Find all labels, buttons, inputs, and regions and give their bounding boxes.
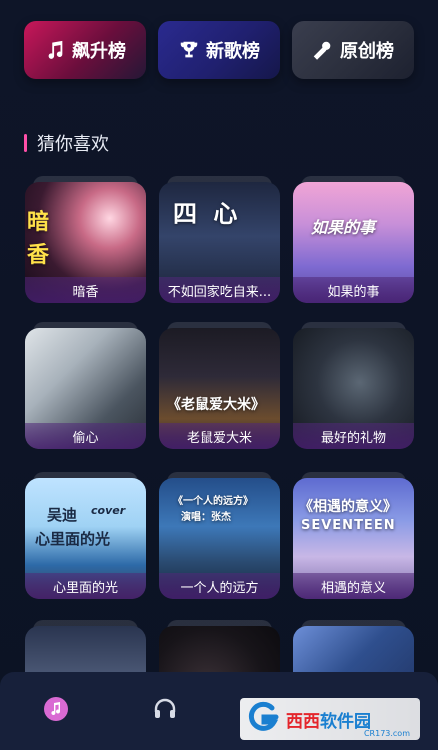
cover-text: 暗: [27, 209, 50, 235]
music-disc-icon: [43, 696, 69, 726]
song-card[interactable]: 最好的礼物: [293, 322, 414, 449]
watermark-url: CR173.com: [363, 729, 410, 738]
song-card[interactable]: 偷心: [25, 322, 146, 449]
cover-text: cover: [91, 504, 126, 517]
song-card[interactable]: 四 心 不如回家吃自来...: [159, 176, 280, 303]
cover-text: 演唱：张杰: [181, 512, 231, 523]
new-songs-chart-label: 新歌榜: [206, 41, 260, 62]
nav-music-tab[interactable]: [41, 696, 71, 726]
song-title: 相遇的意义: [293, 573, 414, 599]
cover-text: 吴迪: [47, 506, 78, 524]
cover-text: 如果的事: [311, 218, 376, 237]
watermark-brand-a: 西西: [286, 711, 320, 732]
cover-text: 心里面的光: [35, 530, 111, 548]
song-title: 一个人的远方: [159, 573, 280, 599]
watermark-text: 西西软件园: [286, 707, 371, 732]
song-title: 最好的礼物: [293, 423, 414, 449]
song-card[interactable]: 《相遇的意义》 SEVENTEEN 相遇的意义: [293, 472, 414, 599]
song-title: 偷心: [25, 423, 146, 449]
hot-chart-button[interactable]: 飙升榜: [24, 21, 146, 79]
app-screen: 飙升榜 新歌榜 原创榜 猜你喜欢 暗 香 暗香 四 心 不如回家吃自来... 如…: [0, 0, 438, 750]
microphone-icon: [312, 39, 334, 61]
section-title: 猜你喜欢: [37, 134, 109, 155]
song-title: 不如回家吃自来...: [159, 277, 280, 303]
song-title: 老鼠爱大米: [159, 423, 280, 449]
original-chart-button[interactable]: 原创榜: [292, 21, 414, 79]
new-songs-chart-button[interactable]: 新歌榜: [158, 21, 280, 79]
song-title: 暗香: [25, 277, 146, 303]
song-title: 如果的事: [293, 277, 414, 303]
nav-headphones-tab[interactable]: [150, 696, 180, 726]
cover-text: 《一个人的远方》: [173, 496, 253, 507]
bottom-navigation: 西西软件园 CR173.com: [0, 672, 438, 750]
recommend-section-header: 猜你喜欢: [24, 130, 109, 156]
cover-text: 香: [27, 242, 50, 268]
music-note-icon: [44, 39, 66, 61]
cover-text: 《老鼠爱大米》: [167, 397, 265, 413]
song-card[interactable]: 吴迪 cover 心里面的光 心里面的光: [25, 472, 146, 599]
original-chart-label: 原创榜: [340, 41, 394, 62]
watermark: 西西软件园 CR173.com: [240, 698, 420, 740]
song-title: 心里面的光: [25, 573, 146, 599]
hot-chart-label: 飙升榜: [72, 41, 126, 62]
song-card[interactable]: 《一个人的远方》 演唱：张杰 一个人的远方: [159, 472, 280, 599]
trophy-icon: [178, 39, 200, 61]
chart-buttons-row: 飙升榜 新歌榜 原创榜: [24, 21, 414, 81]
cover-text: 《相遇的意义》: [299, 499, 397, 515]
headphones-icon: [152, 696, 178, 726]
song-card[interactable]: 暗 香 暗香: [25, 176, 146, 303]
section-accent-bar: [24, 134, 27, 152]
song-card[interactable]: 《老鼠爱大米》 老鼠爱大米: [159, 322, 280, 449]
cover-text: 四 心: [173, 200, 242, 228]
cover-text: SEVENTEEN: [301, 518, 396, 533]
song-card[interactable]: 如果的事 如果的事: [293, 176, 414, 303]
watermark-logo-icon: [246, 700, 280, 738]
